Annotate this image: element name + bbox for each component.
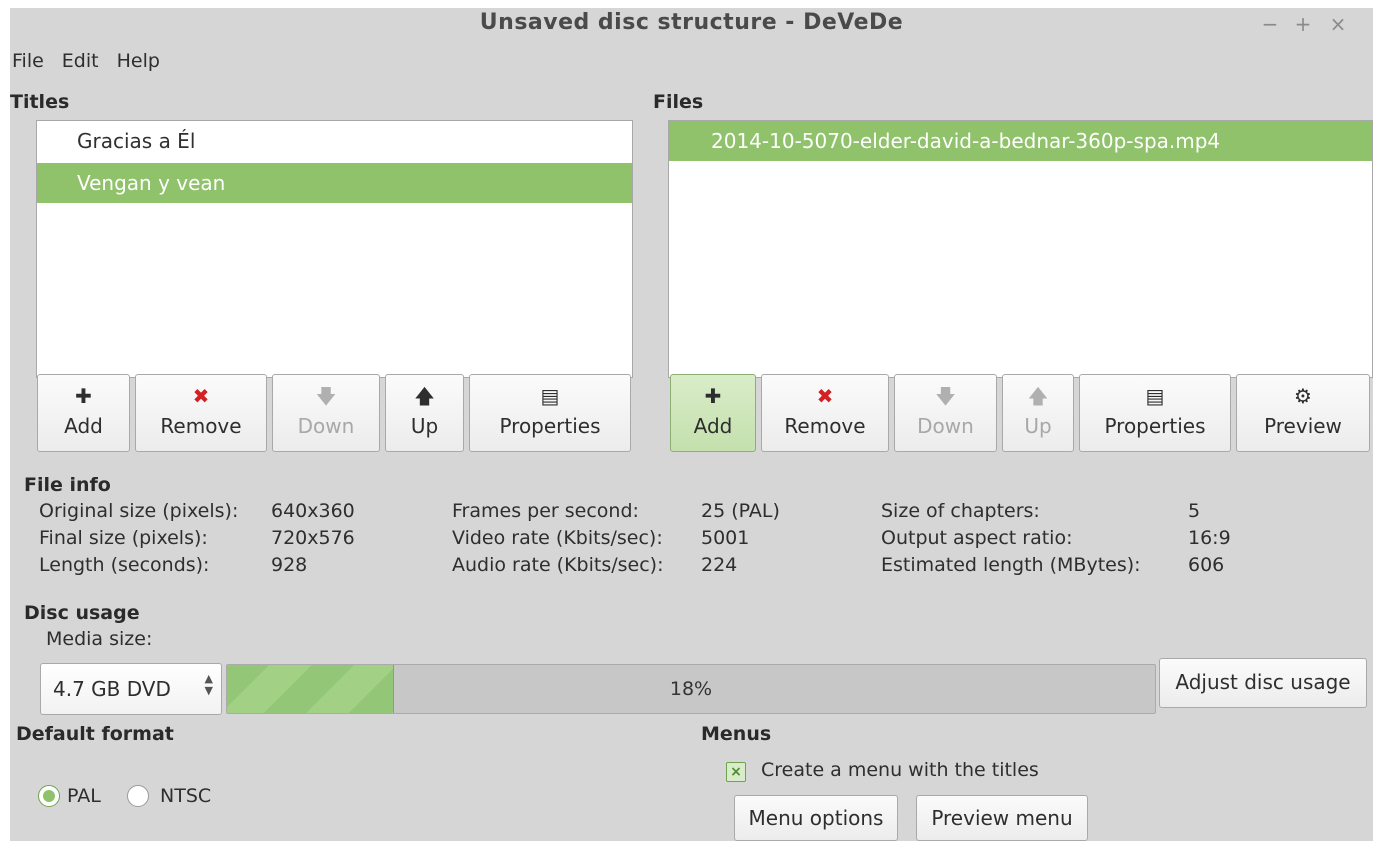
close-icon[interactable]: × [1328, 12, 1348, 36]
titles-up-button[interactable]: 🡅 Up [385, 374, 464, 452]
chapters-label: Size of chapters: [881, 500, 1040, 522]
audio-rate-label: Audio rate (Kbits/sec): [452, 554, 664, 576]
files-up-label: Up [1024, 414, 1052, 438]
files-down-button[interactable]: 🡇 Down [894, 374, 997, 452]
files-up-button[interactable]: 🡅 Up [1002, 374, 1074, 452]
x-icon: ✖ [192, 384, 210, 408]
preview-menu-button[interactable]: Preview menu [916, 795, 1088, 841]
titles-add-button[interactable]: ✚ Add [37, 374, 130, 452]
arrow-down-icon: 🡇 [935, 384, 956, 408]
length-label: Length (seconds): [39, 554, 210, 576]
create-menu-checkbox[interactable]: × [726, 762, 746, 782]
aspect-label: Output aspect ratio: [881, 527, 1073, 549]
adjust-disc-usage-button[interactable]: Adjust disc usage [1159, 658, 1367, 708]
file-info-col2-labels: Frames per second: Video rate (Kbits/sec… [452, 498, 664, 579]
file-info-col2-values: 25 (PAL) 5001 224 [701, 498, 780, 579]
final-size-label: Final size (pixels): [39, 527, 208, 549]
files-properties-button[interactable]: ▤ Properties [1079, 374, 1231, 452]
arrow-up-icon: 🡅 [1027, 384, 1049, 408]
titles-up-label: Up [410, 414, 439, 438]
media-size-label: Media size: [46, 628, 153, 650]
app-window: Unsaved disc structure - DeVeDe − + × Fi… [10, 8, 1373, 841]
menu-options-button[interactable]: Menu options [734, 795, 898, 841]
plus-icon: ✚ [704, 384, 722, 408]
video-rate-label: Video rate (Kbits/sec): [452, 527, 663, 549]
files-down-label: Down [917, 414, 974, 438]
file-info-col1-labels: Original size (pixels): Final size (pixe… [39, 498, 238, 579]
menu-edit[interactable]: Edit [60, 50, 111, 78]
aspect-value: 16:9 [1188, 527, 1231, 549]
arrow-up-icon: 🡅 [414, 384, 435, 408]
files-remove-button[interactable]: ✖ Remove [761, 374, 889, 452]
pal-radio[interactable] [38, 785, 60, 807]
chapters-value: 5 [1188, 500, 1201, 522]
titles-properties-button[interactable]: ▤ Properties [469, 374, 631, 452]
original-size-value: 640x360 [271, 500, 355, 522]
file-info-col3-values: 5 16:9 606 [1188, 498, 1231, 579]
titles-remove-label: Remove [160, 414, 242, 438]
titles-heading: Titles [10, 91, 70, 113]
title-item-selected[interactable]: Vengan y vean [37, 163, 632, 203]
titles-add-label: Add [64, 414, 103, 438]
minimize-icon[interactable]: − [1260, 12, 1280, 36]
x-icon: ✖ [816, 384, 834, 408]
files-properties-label: Properties [1104, 414, 1206, 438]
titles-down-label: Down [297, 414, 355, 438]
file-item-selected[interactable]: 2014-10-5070-elder-david-a-bednar-360p-s… [669, 121, 1372, 161]
arrow-down-icon: 🡇 [315, 384, 337, 408]
ntsc-radio[interactable] [127, 785, 149, 807]
media-size-select[interactable]: 4.7 GB DVD ▲ ▼ [40, 663, 222, 715]
disc-usage-percent: 18% [669, 678, 713, 700]
create-menu-label: Create a menu with the titles [761, 759, 1039, 781]
est-length-value: 606 [1188, 554, 1225, 576]
audio-rate-value: 224 [701, 554, 738, 576]
window-title: Unsaved disc structure - DeVeDe [479, 10, 904, 35]
files-preview-button[interactable]: ⚙ Preview [1236, 374, 1370, 452]
fps-label: Frames per second: [452, 500, 639, 522]
est-length-label: Estimated length (MBytes): [881, 554, 1141, 576]
menu-bar: File Edit Help [10, 50, 176, 78]
disc-usage-progress: 18% [226, 664, 1156, 714]
files-list[interactable]: 2014-10-5070-elder-david-a-bednar-360p-s… [668, 120, 1373, 378]
document-icon: ▤ [540, 384, 560, 408]
disc-usage-heading: Disc usage [24, 602, 140, 624]
menu-file[interactable]: File [10, 50, 56, 78]
files-add-button[interactable]: ✚ Add [670, 374, 756, 452]
maximize-icon[interactable]: + [1293, 12, 1313, 36]
final-size-value: 720x576 [271, 527, 355, 549]
video-rate-value: 5001 [701, 527, 750, 549]
file-info-col3-labels: Size of chapters: Output aspect ratio: E… [881, 498, 1141, 579]
original-size-label: Original size (pixels): [39, 500, 239, 522]
titles-down-button[interactable]: 🡇 Down [272, 374, 380, 452]
plus-icon: ✚ [75, 384, 92, 408]
titles-list[interactable]: Gracias a Él Vengan y vean [36, 120, 633, 378]
title-item[interactable]: Gracias a Él [37, 121, 632, 161]
ntsc-label: NTSC [160, 785, 212, 807]
media-size-value: 4.7 GB DVD [53, 677, 171, 701]
gear-icon: ⚙ [1294, 384, 1312, 408]
title-bar: Unsaved disc structure - DeVeDe − + × [10, 8, 1373, 42]
files-remove-label: Remove [784, 414, 866, 438]
files-heading: Files [653, 91, 704, 113]
spinner-arrows-icon: ▲ ▼ [204, 672, 213, 697]
file-info-col1-values: 640x360 720x576 928 [271, 498, 355, 579]
files-add-label: Add [693, 414, 733, 438]
fps-value: 25 (PAL) [701, 500, 780, 522]
document-icon: ▤ [1145, 384, 1165, 408]
titles-remove-button[interactable]: ✖ Remove [135, 374, 267, 452]
menus-heading: Menus [701, 723, 772, 745]
menu-help[interactable]: Help [115, 50, 172, 78]
titles-properties-label: Properties [499, 414, 601, 438]
file-info-heading: File info [24, 474, 111, 496]
pal-label: PAL [67, 785, 101, 807]
files-preview-label: Preview [1264, 414, 1342, 438]
length-value: 928 [271, 554, 308, 576]
default-format-heading: Default format [16, 723, 174, 745]
